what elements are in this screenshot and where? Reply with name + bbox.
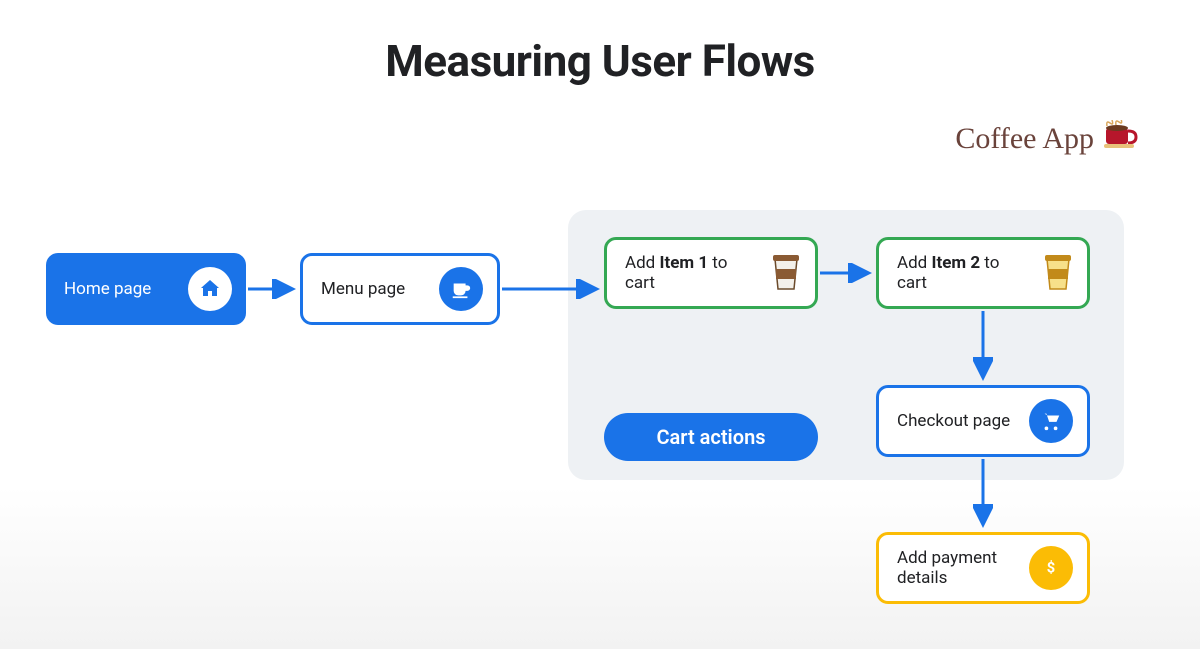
svg-text:$: $	[1047, 559, 1055, 577]
coffee-mug-icon	[439, 267, 483, 311]
diagram-canvas: Measuring User Flows Coffee App Home pag…	[0, 0, 1200, 649]
page-title: Measuring User Flows	[0, 35, 1200, 87]
node-checkout-page: Checkout page	[876, 385, 1090, 457]
node-add-item-2: Add Item 2 to cart	[876, 237, 1090, 309]
arrow-icon	[246, 279, 300, 299]
home-icon	[188, 267, 232, 311]
cart-actions-label: Cart actions	[604, 413, 818, 461]
app-brand: Coffee App	[955, 120, 1140, 158]
app-brand-name: Coffee App	[955, 122, 1094, 156]
node-label: Add payment details	[897, 548, 1019, 589]
node-add-item-1: Add Item 1 to cart	[604, 237, 818, 309]
node-label: Home page	[64, 279, 178, 299]
coffee-cup-icon	[1104, 120, 1140, 158]
togo-cup-icon	[1043, 251, 1073, 296]
dollar-icon: $	[1029, 546, 1073, 590]
cart-icon	[1029, 399, 1073, 443]
node-label: Checkout page	[897, 411, 1019, 431]
node-label: Menu page	[321, 279, 429, 299]
node-label: Add Item 1 to cart	[625, 253, 761, 294]
node-add-payment: Add payment details $	[876, 532, 1090, 604]
node-home-page: Home page	[46, 253, 246, 325]
node-label: Add Item 2 to cart	[897, 253, 1033, 294]
node-menu-page: Menu page	[300, 253, 500, 325]
togo-cup-icon	[771, 251, 801, 296]
